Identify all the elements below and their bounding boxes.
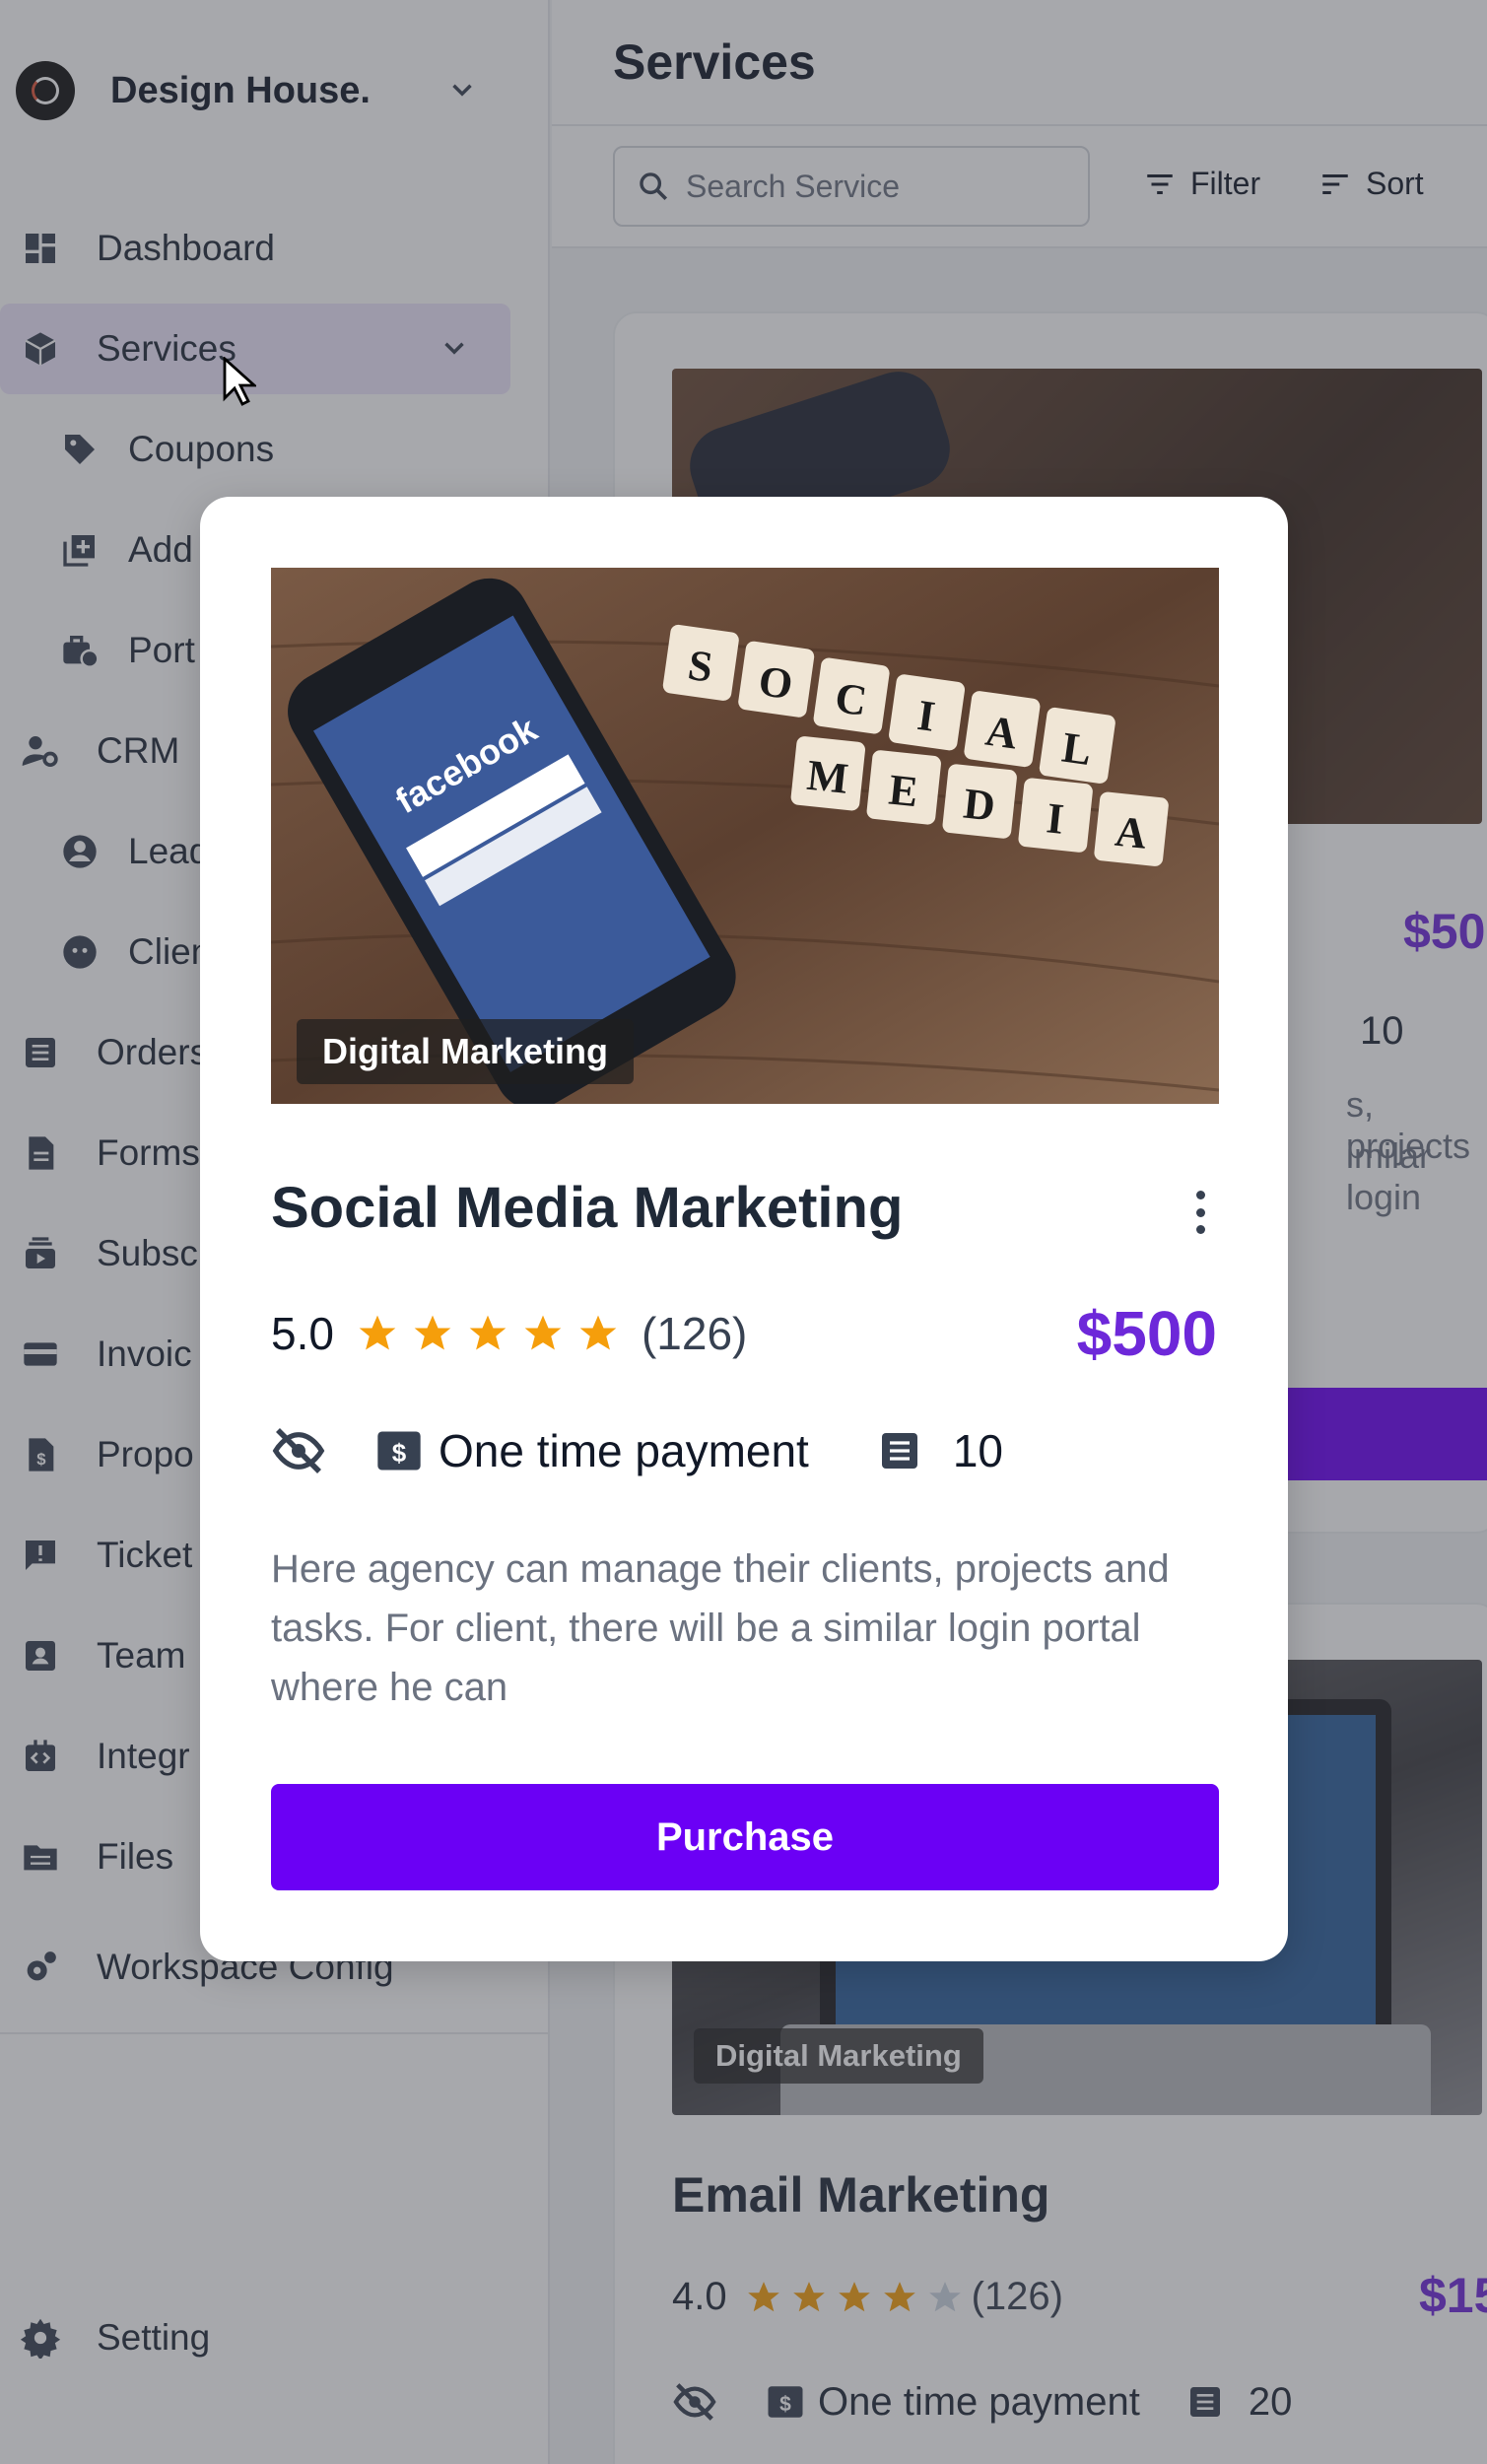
service-detail-modal: facebook S O C I A L M E D I A Digital M… bbox=[200, 497, 1288, 1961]
more-options-icon[interactable] bbox=[1195, 1191, 1205, 1234]
service-title: Social Media Marketing bbox=[271, 1176, 904, 1240]
svg-text:M: M bbox=[805, 751, 850, 803]
svg-text:D: D bbox=[961, 779, 997, 830]
quantity-info: 10 bbox=[876, 1424, 1003, 1477]
purchase-button[interactable]: Purchase bbox=[271, 1784, 1219, 1890]
star-icon bbox=[524, 1315, 562, 1350]
svg-text:A: A bbox=[1113, 807, 1149, 858]
visibility-toggle[interactable] bbox=[271, 1423, 326, 1478]
visibility-off-icon bbox=[272, 1428, 325, 1473]
star-icon bbox=[359, 1315, 396, 1350]
rating-value: 5.0 bbox=[271, 1308, 334, 1359]
service-count: 10 bbox=[952, 1425, 1004, 1476]
star-icon bbox=[579, 1315, 617, 1350]
service-image: facebook S O C I A L M E D I A Digital M… bbox=[271, 568, 1219, 1104]
star-icon bbox=[469, 1315, 507, 1350]
rating-row: 5.0 (126) bbox=[271, 1307, 747, 1360]
rating-stars bbox=[356, 1312, 632, 1355]
service-description: Here agency can manage their clients, pr… bbox=[271, 1547, 1170, 1709]
svg-text:C: C bbox=[832, 673, 869, 725]
star-icon bbox=[414, 1315, 451, 1350]
service-meta: $ One time payment 10 bbox=[271, 1423, 1003, 1478]
review-count: (126) bbox=[641, 1308, 748, 1359]
mouse-cursor-icon bbox=[223, 357, 256, 406]
service-price: $500 bbox=[1076, 1298, 1217, 1369]
payment-type: One time payment bbox=[439, 1425, 809, 1476]
svg-text:O: O bbox=[756, 656, 796, 709]
list-icon bbox=[881, 1433, 917, 1469]
svg-text:$: $ bbox=[392, 1438, 407, 1468]
svg-text:E: E bbox=[887, 765, 920, 816]
payment-info: $ One time payment bbox=[373, 1424, 809, 1477]
category-badge: Digital Marketing bbox=[297, 1019, 635, 1084]
payment-icon: $ bbox=[377, 1431, 421, 1471]
